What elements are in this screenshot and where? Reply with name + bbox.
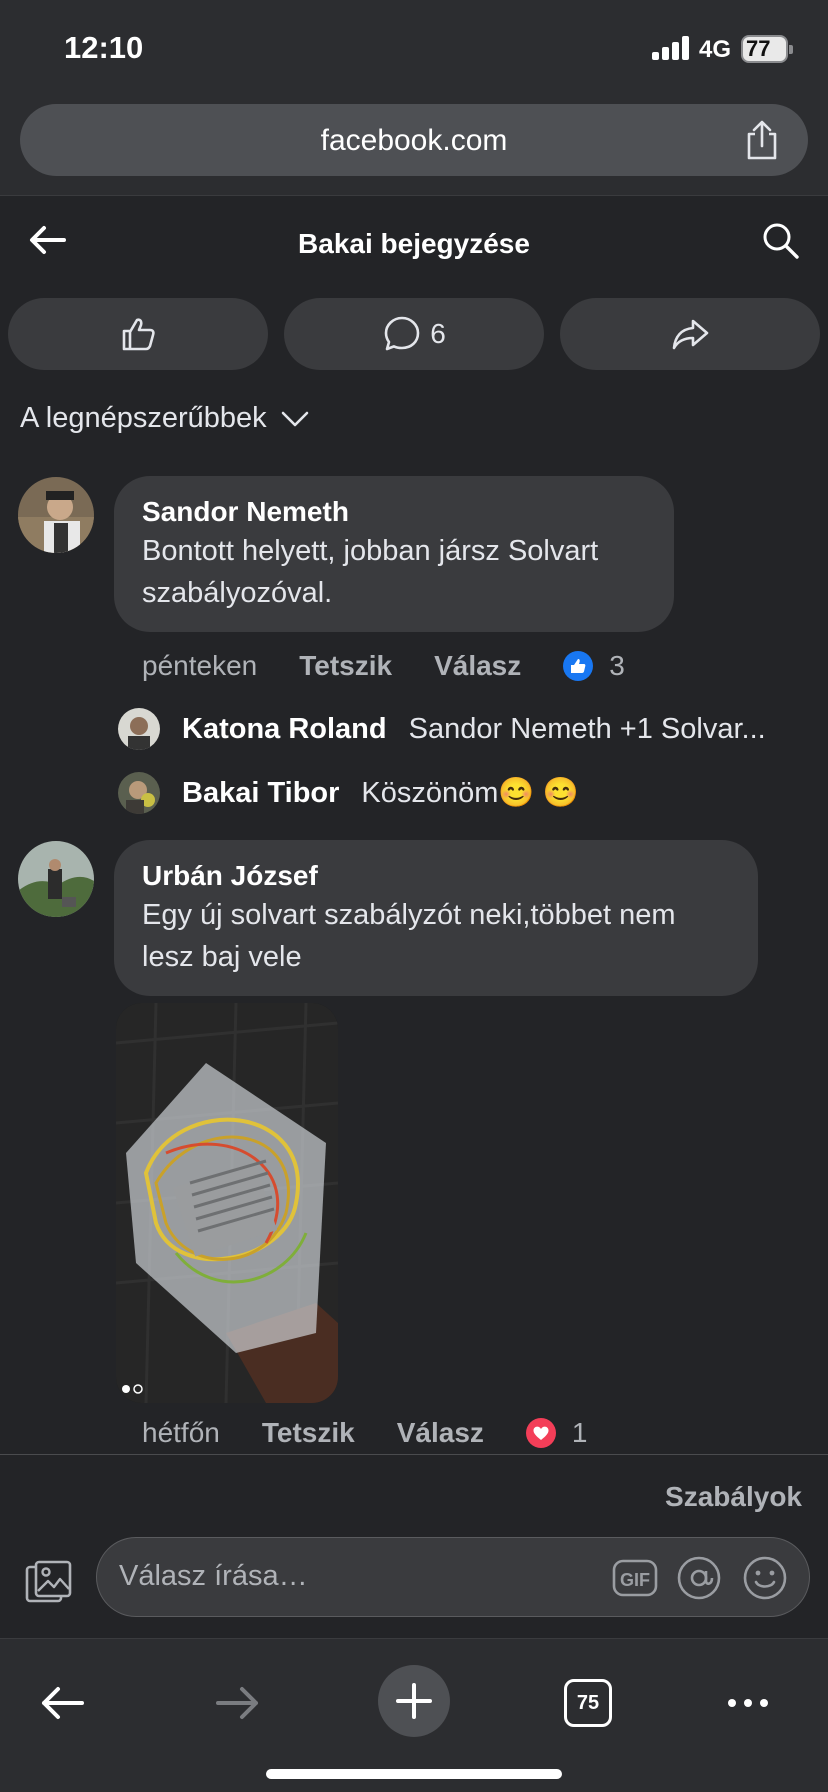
battery-icon: 77 xyxy=(741,35,793,63)
like-reaction-icon[interactable] xyxy=(563,651,594,681)
comment-text-line: Bontott helyett, jobban jársz Solvart xyxy=(142,535,599,567)
chevron-down-icon xyxy=(281,411,308,426)
url-text: facebook.com xyxy=(320,124,508,157)
comment-sort-dropdown[interactable]: A legnépszerűbbek xyxy=(20,402,309,435)
reply-composer-panel: Szabályok Válasz írása… GIF xyxy=(0,1454,828,1638)
reply-text: Sandor Nemeth +1 Solvar... xyxy=(408,712,766,745)
thumbs-up-icon xyxy=(122,318,155,351)
comment-bubble[interactable]: Sandor Nemeth Bontott helyett, jobban já… xyxy=(114,476,674,632)
rules-link[interactable]: Szabályok xyxy=(665,1481,802,1513)
mention-icon[interactable] xyxy=(675,1554,723,1602)
comment-author[interactable]: Urbán József xyxy=(142,858,730,894)
comment-bubble[interactable]: Urbán József Egy új solvart szabályzót n… xyxy=(114,840,758,996)
home-indicator xyxy=(266,1769,562,1779)
network-type: 4G xyxy=(699,36,732,63)
reply-author[interactable]: Bakai Tibor xyxy=(182,777,339,810)
browser-forward-icon[interactable] xyxy=(212,1677,264,1729)
comment-time[interactable]: hétfőn xyxy=(142,1417,220,1449)
comment-text-line: szabályozóval. xyxy=(142,577,333,609)
sort-label: A legnépszerűbbek xyxy=(20,402,267,434)
avatar[interactable] xyxy=(118,772,160,814)
search-icon[interactable] xyxy=(762,222,800,260)
status-bar: 12:10 4G 77 xyxy=(0,0,828,96)
address-bar[interactable]: facebook.com xyxy=(20,104,808,176)
comment-photo[interactable] xyxy=(116,1003,338,1403)
reply-input[interactable]: Válasz írása… GIF xyxy=(96,1537,810,1617)
share-arrow-icon xyxy=(672,319,709,350)
browser-back-icon[interactable] xyxy=(36,1677,88,1729)
gif-icon[interactable]: GIF xyxy=(611,1554,659,1602)
browser-address-area: facebook.com xyxy=(0,96,828,196)
reaction-count[interactable]: 3 xyxy=(609,650,625,682)
comment-meta: hétfőn Tetszik Válasz 1 xyxy=(142,1417,587,1449)
gif-label: GIF xyxy=(620,1570,650,1590)
tabs-button[interactable]: 75 xyxy=(564,1679,612,1727)
clock: 12:10 xyxy=(64,30,144,65)
new-tab-button[interactable] xyxy=(378,1665,450,1737)
comment-count: 6 xyxy=(430,318,446,349)
post-header: Bakai bejegyzése xyxy=(0,196,828,292)
emoji-icon[interactable] xyxy=(741,1554,789,1602)
comment-like-button[interactable]: Tetszik xyxy=(299,650,392,682)
battery-level: 77 xyxy=(746,36,771,61)
photo-attach-icon[interactable] xyxy=(24,1559,74,1605)
comment-reply-button[interactable]: Válasz xyxy=(397,1417,484,1449)
comment-button[interactable]: 6 xyxy=(284,298,544,370)
comment-text-line: Egy új solvart szabályzót neki,többet ne… xyxy=(142,899,676,931)
page-title: Bakai bejegyzése xyxy=(298,228,530,259)
browser-toolbar: 75 xyxy=(0,1638,828,1792)
more-options-icon[interactable] xyxy=(722,1677,774,1729)
comment-reply-button[interactable]: Válasz xyxy=(434,650,521,682)
comment-icon xyxy=(384,316,420,351)
like-button[interactable] xyxy=(8,298,268,370)
reply-preview[interactable]: Katona Roland Sandor Nemeth +1 Solvar... xyxy=(118,708,766,750)
share-button[interactable] xyxy=(560,298,820,370)
reply-author[interactable]: Katona Roland xyxy=(182,713,387,746)
avatar[interactable] xyxy=(18,477,94,553)
post-action-row: 6 xyxy=(0,298,828,370)
plus-icon xyxy=(396,1683,432,1719)
comment-author[interactable]: Sandor Nemeth xyxy=(142,494,646,530)
signal-icon xyxy=(652,36,692,60)
reaction-count[interactable]: 1 xyxy=(572,1417,588,1449)
comment-text-line: lesz baj vele xyxy=(142,941,302,973)
reply-text: Köszönöm😊 😊 xyxy=(361,777,579,809)
avatar[interactable] xyxy=(118,708,160,750)
reply-preview[interactable]: Bakai Tibor Köszönöm😊 😊 xyxy=(118,772,579,814)
comment-like-button[interactable]: Tetszik xyxy=(262,1417,355,1449)
reply-placeholder: Válasz írása… xyxy=(119,1560,308,1592)
avatar[interactable] xyxy=(18,841,94,917)
share-icon[interactable] xyxy=(744,120,780,160)
love-reaction-icon[interactable] xyxy=(525,1418,556,1448)
comment-time[interactable]: pénteken xyxy=(142,650,257,682)
comment-meta: pénteken Tetszik Válasz 3 xyxy=(142,650,625,682)
